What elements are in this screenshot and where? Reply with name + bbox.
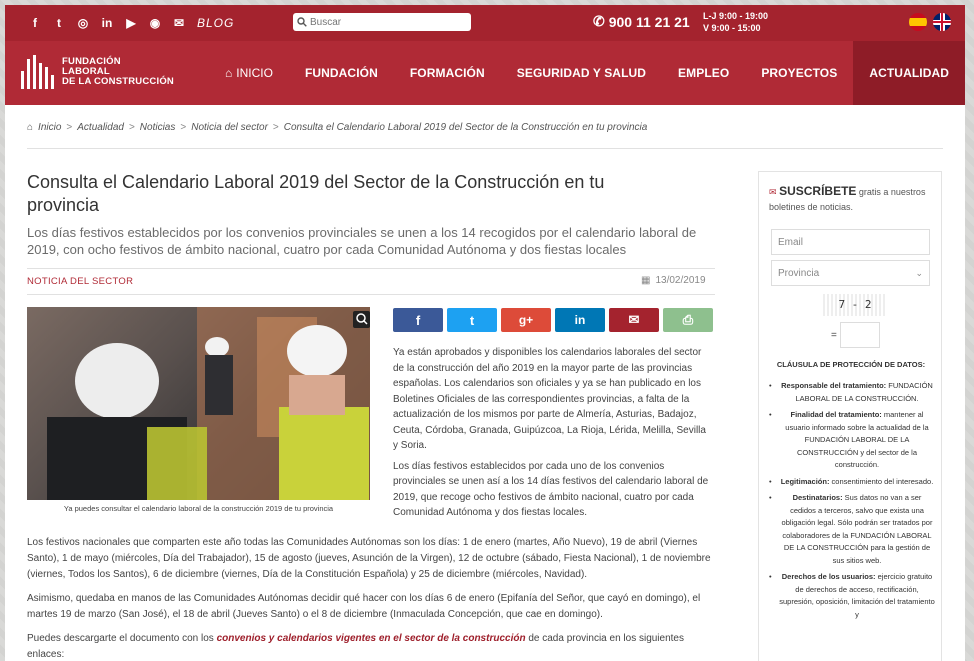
list-item: Legitimación: consentimiento del interes… xyxy=(769,476,935,489)
nav-item-inicio[interactable]: ⌂ INICIO xyxy=(209,41,289,105)
phone-text: 900 11 21 21 xyxy=(608,13,690,30)
article-paragraph: Puedes descargarte el documento con los … xyxy=(27,633,684,660)
phone-icon: ✆ xyxy=(593,13,605,29)
article-title: Consulta el Calendario Laboral 2019 del … xyxy=(27,172,605,215)
linkedin-icon[interactable]: in xyxy=(95,13,119,33)
article-body: Los festivos nacionales que comparten es… xyxy=(27,535,715,661)
breadcrumb: ⌂ Inicio > Actualidad > Noticias > Notic… xyxy=(27,122,648,133)
phone-number[interactable]: ✆ 900 11 21 21 xyxy=(593,13,690,30)
list-item: Derechos de los usuarios: ejercicio grat… xyxy=(769,571,935,621)
article-body-column: Ya están aprobados y disponibles los cal… xyxy=(393,345,711,526)
nav-item-actualidad[interactable]: ACTUALIDAD xyxy=(853,41,965,105)
share-mail-button[interactable]: ✉ xyxy=(609,308,659,332)
breadcrumb-current: Consulta el Calendario Laboral 2019 del … xyxy=(283,122,648,133)
chevron-down-icon: ⌄ xyxy=(915,267,923,278)
list-item: Responsable del tratamiento: FUNDACIÓN L… xyxy=(769,380,935,405)
home-icon: ⌂ xyxy=(225,66,233,80)
logo-text: FUNDACIÓN LABORAL DE LA CONSTRUCCIÓN xyxy=(62,56,174,87)
nav-item-formacion[interactable]: FORMACIÓN xyxy=(394,41,501,105)
hours-line-1: L-J 9:00 - 19:00 xyxy=(703,11,769,21)
article-subtitle: Los días festivos establecidos por los c… xyxy=(27,225,697,257)
uk-flag-icon[interactable] xyxy=(933,13,951,31)
share-buttons: f t g+ in ✉ ⎙ xyxy=(393,308,713,332)
site-logo[interactable]: FUNDACIÓN LABORAL DE LA CONSTRUCCIÓN xyxy=(21,55,174,89)
language-switcher xyxy=(909,13,951,31)
breadcrumb-noticias[interactable]: Noticias xyxy=(140,122,176,133)
list-item: Destinatarios: Sus datos no van a ser ce… xyxy=(769,492,935,567)
social-links: f t ◎ in ▶ ◉ ✉ BLOG xyxy=(23,13,234,33)
breadcrumb-noticia-sector[interactable]: Noticia del sector xyxy=(191,122,268,133)
captcha-input[interactable] xyxy=(840,322,880,348)
opening-hours: L-J 9:00 - 19:00 V 9:00 - 15:00 xyxy=(703,10,768,34)
article-paragraph: Los festivos nacionales que comparten es… xyxy=(27,537,711,580)
divider xyxy=(27,268,715,269)
nav-item-empleo[interactable]: EMPLEO xyxy=(662,41,745,105)
article-paragraph: Ya están aprobados y disponibles los cal… xyxy=(393,347,706,451)
print-button[interactable]: ⎙ xyxy=(663,308,713,332)
newsletter-sidebar: ✉ SUSCRÍBETE gratis a nuestros boletines… xyxy=(758,171,942,661)
article-date: ▦ 13/02/2019 xyxy=(641,275,706,286)
nav-item-seguridad[interactable]: SEGURIDAD Y SALUD xyxy=(501,41,662,105)
article-category[interactable]: NOTICIA DEL SECTOR xyxy=(27,276,133,287)
top-bar: f t ◎ in ▶ ◉ ✉ BLOG ✆ 900 11 21 21 L-J 9… xyxy=(5,5,965,41)
divider xyxy=(27,148,943,149)
share-twitter-button[interactable]: t xyxy=(447,308,497,332)
captcha-equals: = xyxy=(831,330,837,341)
share-google-button[interactable]: g+ xyxy=(501,308,551,332)
article-paragraph: Los días festivos establecidos por cada … xyxy=(393,460,709,519)
youtube-icon[interactable]: ▶ xyxy=(119,13,143,33)
home-icon: ⌂ xyxy=(27,122,34,133)
workers-image xyxy=(47,307,370,500)
province-select[interactable]: Provincia ⌄ xyxy=(771,260,930,286)
list-item: Finalidad del tratamiento: mantener al u… xyxy=(769,409,935,472)
hours-line-2: V 9:00 - 15:00 xyxy=(703,23,761,33)
main-header: FUNDACIÓN LABORAL DE LA CONSTRUCCIÓN ⌂ I… xyxy=(5,41,965,105)
clause-list: Responsable del tratamiento: FUNDACIÓN L… xyxy=(769,380,935,625)
share-linkedin-button[interactable]: in xyxy=(555,308,605,332)
breadcrumb-actualidad[interactable]: Actualidad xyxy=(77,122,124,133)
photo-caption: Ya puedes consultar el calendario labora… xyxy=(63,504,334,513)
share-facebook-button[interactable]: f xyxy=(393,308,443,332)
search-box[interactable] xyxy=(293,13,471,31)
nav-item-proyectos[interactable]: PROYECTOS xyxy=(745,41,853,105)
article-photo xyxy=(27,307,370,500)
nav-item-fundacion[interactable]: FUNDACIÓN xyxy=(289,41,394,105)
newsletter-icon: ✉ xyxy=(769,187,777,197)
article-paragraph: Asimismo, quedaba en manos de las Comuni… xyxy=(27,593,701,620)
convenios-link[interactable]: convenios y calendarios vigentes en el s… xyxy=(217,633,526,644)
blog-link[interactable]: BLOG xyxy=(197,16,234,30)
breadcrumb-inicio[interactable]: Inicio xyxy=(38,122,61,133)
spain-flag-icon[interactable] xyxy=(909,13,927,31)
main-nav: ⌂ INICIO FUNDACIÓN FORMACIÓN SEGURIDAD Y… xyxy=(209,41,965,105)
search-icon xyxy=(297,17,307,27)
email-field[interactable]: Email xyxy=(771,229,930,255)
subscribe-heading: ✉ SUSCRÍBETE gratis a nuestros boletines… xyxy=(769,184,926,212)
search-input[interactable] xyxy=(310,16,460,28)
rss-icon[interactable]: ◉ xyxy=(143,13,167,33)
calendar-icon: ▦ xyxy=(641,275,651,286)
mail-icon[interactable]: ✉ xyxy=(167,13,191,33)
clause-title: CLÁUSULA DE PROTECCIÓN DE DATOS: xyxy=(776,360,926,369)
facebook-icon[interactable]: f xyxy=(23,13,47,33)
twitter-icon[interactable]: t xyxy=(47,13,71,33)
logo-bars-icon xyxy=(21,55,54,89)
divider xyxy=(27,294,715,295)
captcha-image: 7 - 2 xyxy=(823,294,887,316)
browser-viewport: f t ◎ in ▶ ◉ ✉ BLOG ✆ 900 11 21 21 L-J 9… xyxy=(5,5,965,661)
instagram-icon[interactable]: ◎ xyxy=(71,13,95,33)
